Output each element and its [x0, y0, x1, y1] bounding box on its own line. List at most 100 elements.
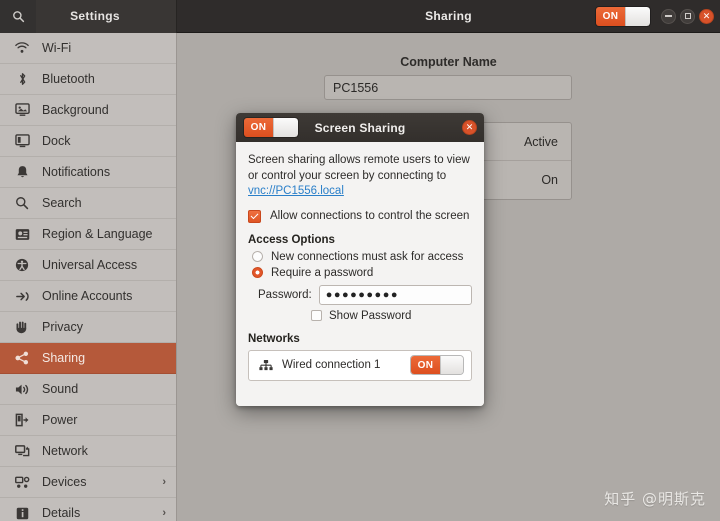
sidebar-item-label: Devices	[42, 475, 87, 489]
sidebar-item-label: Privacy	[42, 320, 83, 334]
sidebar-item-label: Universal Access	[42, 258, 138, 272]
sidebar-item-sound[interactable]: Sound	[0, 374, 176, 405]
password-label: Password:	[258, 288, 312, 301]
password-value: ●●●●●●●●●	[325, 288, 399, 301]
background-icon	[12, 102, 32, 118]
sidebar-item-label: Dock	[42, 134, 71, 148]
sidebar-item-region-language[interactable]: Region & Language	[0, 219, 176, 250]
network-toggle-state: ON	[411, 356, 440, 374]
sidebar-item-network[interactable]: Network	[0, 436, 176, 467]
sidebar-item-online-accounts[interactable]: Online Accounts	[0, 281, 176, 312]
region-language-icon	[12, 226, 32, 242]
chevron-right-icon: ›	[162, 476, 166, 488]
minimize-button[interactable]	[661, 8, 676, 24]
screen-sharing-toggle-knob	[273, 118, 298, 137]
networks-title: Networks	[248, 332, 300, 345]
computer-name-input[interactable]: PC1556	[324, 75, 572, 100]
sharing-master-toggle-state: ON	[596, 6, 625, 26]
allow-control-checkbox[interactable]	[248, 209, 261, 223]
devices-icon	[12, 474, 32, 490]
close-icon: ✕	[465, 122, 474, 132]
sidebar-item-label: Notifications	[42, 165, 111, 179]
show-password-checkbox[interactable]	[311, 310, 322, 321]
settings-window: Settings Sharing ON ✕ Wi-Fi Bluetooth Ba…	[0, 0, 720, 521]
show-password-label: Show Password	[329, 309, 412, 322]
dialog-titlebar: ON Screen Sharing ✕	[236, 113, 484, 142]
allow-control-label: Allow connections to control the screen	[270, 209, 470, 222]
network-toggle-knob	[440, 356, 463, 374]
titlebar-left-pane: Settings	[0, 0, 177, 33]
description-text: Screen sharing allows remote users to vi…	[248, 154, 470, 182]
vnc-link[interactable]: vnc://PC1556.local	[248, 185, 344, 197]
info-icon	[12, 505, 32, 521]
radio-ask-label: New connections must ask for access	[271, 250, 464, 263]
sidebar-item-label: Bluetooth	[42, 72, 95, 86]
chevron-right-icon: ›	[162, 507, 166, 519]
allow-control-checkbox-row[interactable]: Allow connections to control the screen	[248, 209, 472, 223]
settings-title: Settings	[70, 9, 120, 23]
sidebar-item-label: Region & Language	[42, 227, 153, 241]
dock-icon	[12, 133, 32, 149]
wifi-icon	[12, 40, 32, 56]
radio-password-label: Require a password	[271, 266, 374, 279]
network-row[interactable]: Wired connection 1 ON	[249, 351, 471, 380]
screen-sharing-dialog: ON Screen Sharing ✕ Screen sharing allow…	[236, 113, 484, 406]
titlebar-controls: ON ✕	[595, 0, 714, 33]
sidebar-item-bluetooth[interactable]: Bluetooth	[0, 64, 176, 95]
close-icon: ✕	[702, 10, 711, 21]
sidebar-item-label: Details	[42, 506, 81, 520]
network-name: Wired connection 1	[282, 359, 381, 371]
titlebar-main-pane: Sharing ON ✕	[177, 0, 720, 33]
screen-sharing-toggle-state: ON	[244, 118, 273, 137]
service-status: On	[541, 173, 558, 187]
service-status: Active	[523, 134, 558, 149]
wired-network-icon	[258, 359, 274, 372]
network-toggle[interactable]: ON	[410, 355, 464, 375]
share-icon	[12, 350, 32, 366]
sidebar-item-label: Background	[42, 103, 109, 117]
online-accounts-icon	[12, 288, 32, 304]
close-button[interactable]: ✕	[699, 8, 714, 24]
sidebar-item-label: Search	[42, 196, 82, 210]
sidebar-item-label: Online Accounts	[42, 289, 133, 303]
radio-password-indicator[interactable]	[252, 267, 263, 278]
show-password-row[interactable]: Show Password	[311, 310, 472, 322]
dialog-close-button[interactable]: ✕	[462, 120, 477, 135]
radio-ask-for-access[interactable]: New connections must ask for access	[248, 251, 472, 263]
window-titlebar: Settings Sharing ON ✕	[0, 0, 720, 33]
radio-require-password[interactable]: Require a password	[248, 267, 472, 279]
sidebar-item-dock[interactable]: Dock	[0, 126, 176, 157]
networks-list: Wired connection 1 ON	[248, 349, 472, 381]
password-input[interactable]: ●●●●●●●●●	[318, 284, 472, 305]
speaker-icon	[12, 381, 32, 397]
sidebar-item-sharing[interactable]: Sharing	[0, 343, 176, 374]
accessibility-icon	[12, 257, 32, 273]
bell-icon	[12, 164, 32, 180]
sharing-master-toggle-knob	[625, 6, 650, 26]
screen-sharing-toggle[interactable]: ON	[243, 117, 299, 138]
sidebar-item-search[interactable]: Search	[0, 188, 176, 219]
network-icon	[12, 443, 32, 459]
sidebar-item-power[interactable]: Power	[0, 405, 176, 436]
sidebar-item-universal-access[interactable]: Universal Access	[0, 250, 176, 281]
search-icon[interactable]	[0, 0, 36, 33]
computer-name-label: Computer Name	[400, 55, 497, 69]
radio-ask-indicator[interactable]	[252, 251, 263, 262]
maximize-button[interactable]	[680, 8, 695, 24]
privacy-hand-icon	[12, 319, 32, 335]
bluetooth-icon	[12, 71, 32, 87]
settings-sidebar[interactable]: Wi-Fi Bluetooth Background Dock Notifica	[0, 33, 177, 521]
sidebar-item-label: Network	[42, 444, 88, 458]
sidebar-item-label: Power	[42, 413, 78, 427]
sidebar-item-wifi[interactable]: Wi-Fi	[0, 33, 176, 64]
access-options-title: Access Options	[248, 233, 335, 246]
sidebar-item-devices[interactable]: Devices ›	[0, 467, 176, 498]
sharing-master-toggle[interactable]: ON	[595, 5, 651, 27]
sidebar-item-background[interactable]: Background	[0, 95, 176, 126]
sidebar-item-notifications[interactable]: Notifications	[0, 157, 176, 188]
search-icon	[12, 195, 32, 211]
sidebar-item-label: Sharing	[42, 351, 86, 365]
dialog-description: Screen sharing allows remote users to vi…	[248, 153, 472, 200]
sidebar-item-details[interactable]: Details ›	[0, 498, 176, 521]
sidebar-item-privacy[interactable]: Privacy	[0, 312, 176, 343]
